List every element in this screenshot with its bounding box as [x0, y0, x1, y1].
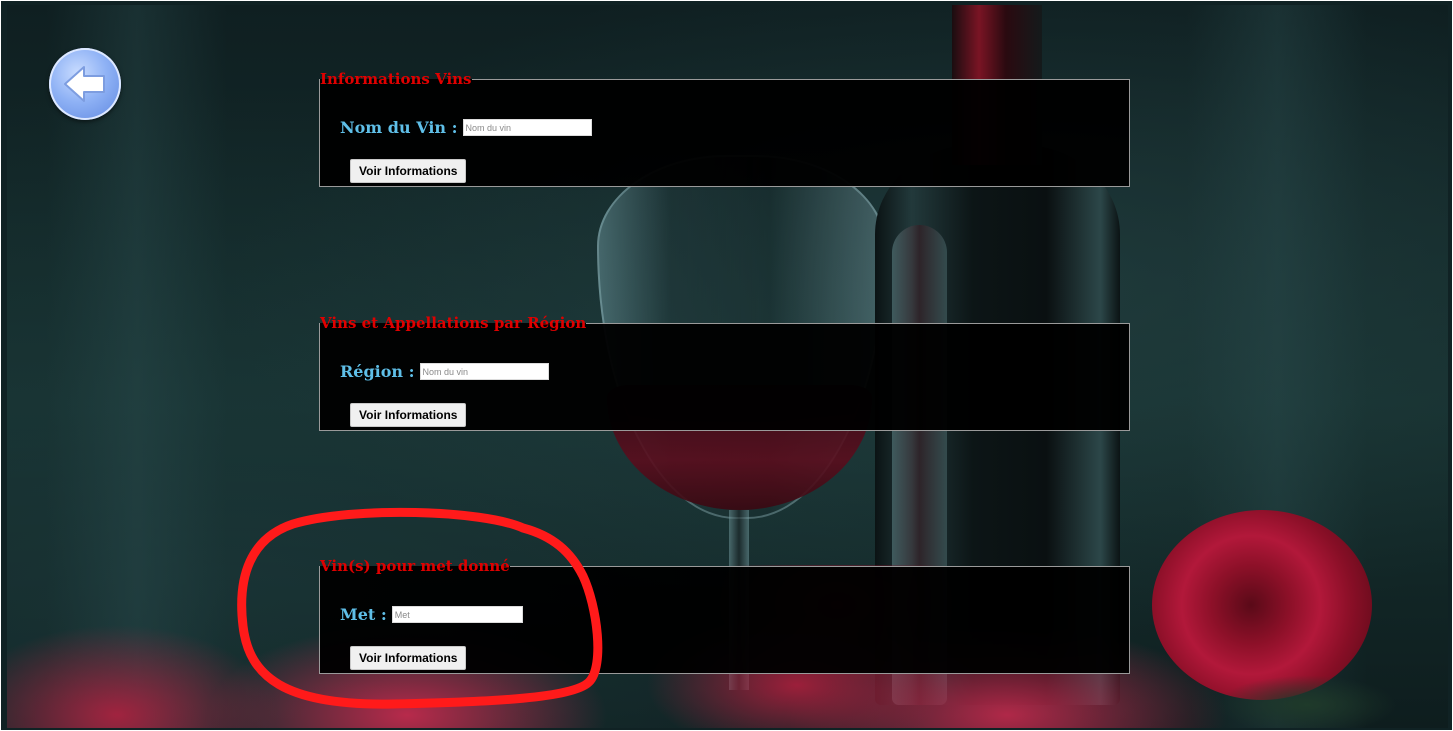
arrow-left-icon [62, 64, 108, 104]
voir-informations-button[interactable]: Voir Informations [350, 159, 467, 183]
met-input[interactable] [391, 606, 523, 623]
page-frame: Informations Vins Nom du Vin : Voir Info… [0, 0, 1453, 731]
back-button[interactable] [49, 48, 121, 120]
rose-image [1152, 510, 1372, 700]
voir-informations-button[interactable]: Voir Informations [350, 646, 467, 670]
field-row: Met : [340, 605, 523, 624]
wine-name-label: Nom du Vin : [340, 118, 458, 137]
region-label: Région : [340, 362, 415, 381]
wine-name-input[interactable] [462, 119, 592, 136]
field-row: Nom du Vin : [340, 118, 592, 137]
panel-legend: Informations Vins [320, 70, 472, 88]
field-row: Région : [340, 362, 549, 381]
panel-legend: Vin(s) pour met donné [320, 557, 510, 575]
panel-informations-vins: Informations Vins Nom du Vin : Voir Info… [319, 71, 1130, 187]
region-input[interactable] [419, 363, 549, 380]
panel-vins-par-region: Vins et Appellations par Région Région :… [319, 315, 1130, 431]
panel-vins-pour-met: Vin(s) pour met donné Met : Voir Informa… [319, 558, 1130, 674]
met-label: Met : [340, 605, 387, 624]
panel-legend: Vins et Appellations par Région [320, 314, 587, 332]
voir-informations-button[interactable]: Voir Informations [350, 403, 467, 427]
rose-leaf [1217, 675, 1397, 728]
